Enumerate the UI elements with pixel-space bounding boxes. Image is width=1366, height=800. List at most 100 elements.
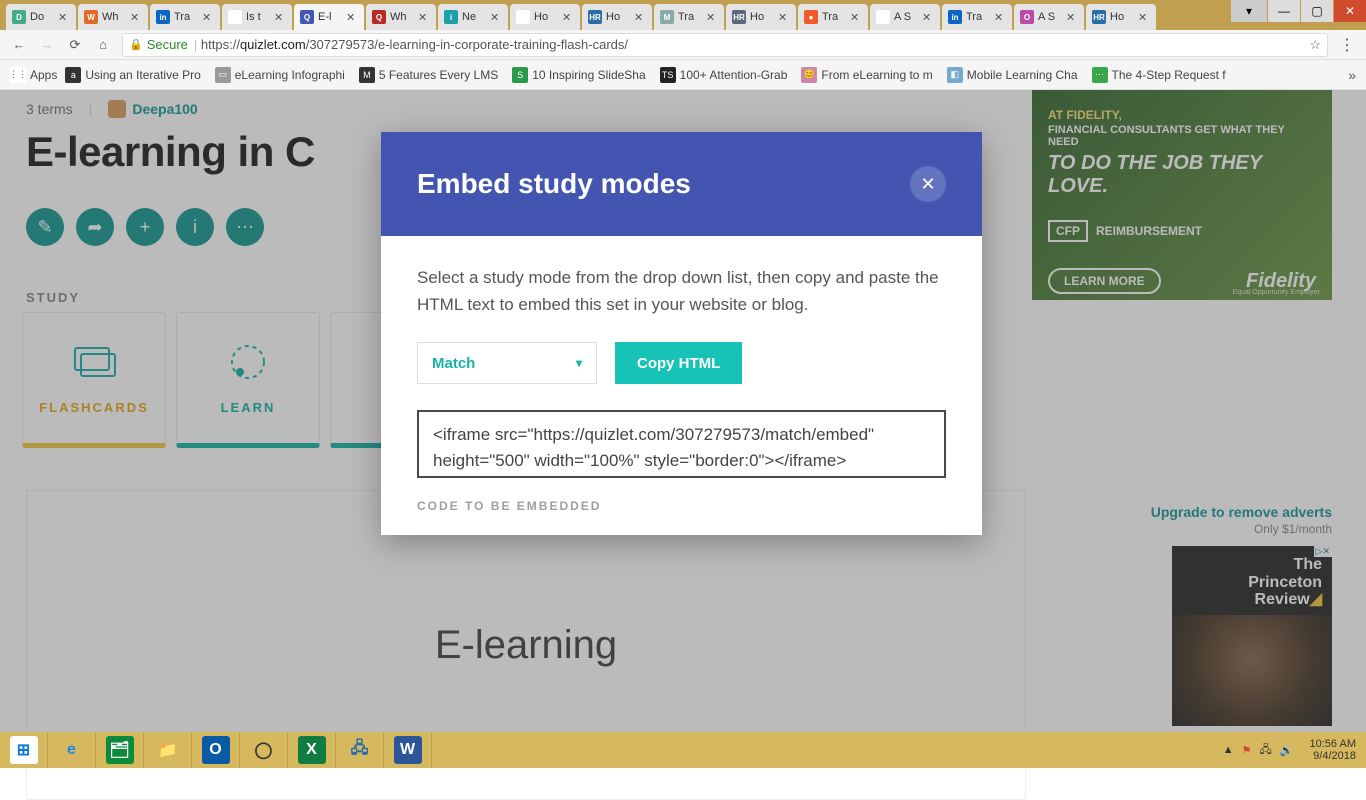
- tab-label: Ne: [462, 11, 488, 23]
- address-bar: ← → ⟳ ⌂ 🔒 Secure | https://quizlet.com/3…: [0, 30, 1366, 60]
- taskbar-app-button[interactable]: ⊞: [0, 732, 48, 768]
- window-controls: ▾ — ▢ ✕: [1230, 0, 1366, 24]
- browser-tab[interactable]: QE-l✕: [294, 4, 364, 30]
- omnibox[interactable]: 🔒 Secure | https://quizlet.com/307279573…: [122, 33, 1328, 57]
- code-label: CODE TO BE EMBEDDED: [417, 499, 946, 513]
- browser-tab[interactable]: ▭A S✕: [870, 4, 940, 30]
- forward-button[interactable]: →: [38, 36, 56, 54]
- home-button[interactable]: ⌂: [94, 36, 112, 54]
- taskbar-clock[interactable]: 10:56 AM 9/4/2018: [1310, 738, 1356, 762]
- taskbar-app-button[interactable]: O: [192, 732, 240, 768]
- tab-close-icon[interactable]: ✕: [922, 11, 934, 23]
- chrome-menu-button[interactable]: ⋮: [1338, 35, 1356, 55]
- tray-flag-icon[interactable]: ⚑: [1242, 744, 1252, 757]
- tab-close-icon[interactable]: ✕: [1138, 11, 1150, 23]
- browser-tab-bar: DDo✕WWh✕inTra✕GIs t✕QE-l✕QWh✕iNe✕NHo✕HRH…: [0, 0, 1366, 30]
- taskbar-app-button[interactable]: 🗂: [96, 732, 144, 768]
- tab-close-icon[interactable]: ✕: [490, 11, 502, 23]
- tab-close-icon[interactable]: ✕: [58, 11, 70, 23]
- modal-title: Embed study modes: [417, 168, 691, 200]
- taskbar-app-button[interactable]: W: [384, 732, 432, 768]
- taskbar-app-icon: 🖧: [346, 736, 374, 764]
- tab-close-icon[interactable]: ✕: [1066, 11, 1078, 23]
- tab-close-icon[interactable]: ✕: [994, 11, 1006, 23]
- browser-tab[interactable]: O A S✕: [1014, 4, 1084, 30]
- study-mode-select[interactable]: Match ▾: [417, 342, 597, 384]
- bookmark-item[interactable]: 😊From eLearning to m: [801, 67, 932, 83]
- favicon-icon: Q: [300, 10, 314, 24]
- tab-close-icon[interactable]: ✕: [850, 11, 862, 23]
- tab-close-icon[interactable]: ✕: [130, 11, 142, 23]
- tab-close-icon[interactable]: ✕: [562, 11, 574, 23]
- browser-tab[interactable]: QWh✕: [366, 4, 436, 30]
- browser-tab[interactable]: i Ne✕: [438, 4, 508, 30]
- favicon-icon: HR: [1092, 10, 1106, 24]
- taskbar-app-button[interactable]: e: [48, 732, 96, 768]
- bookmark-label: Mobile Learning Cha: [967, 68, 1078, 82]
- window-close-button[interactable]: ✕: [1334, 0, 1366, 22]
- bookmark-favicon-icon: ▭: [215, 67, 231, 83]
- bookmark-item[interactable]: ◧Mobile Learning Cha: [947, 67, 1078, 83]
- back-button[interactable]: ←: [10, 36, 28, 54]
- tray-network-icon[interactable]: 🖧: [1260, 741, 1272, 760]
- user-menu[interactable]: ▾: [1231, 0, 1267, 22]
- tab-label: Wh: [390, 11, 416, 23]
- taskbar-app-button[interactable]: ◯: [240, 732, 288, 768]
- page-content: 3 terms | Deepa100 E-learning in C ✎ ➦ +…: [0, 90, 1366, 732]
- browser-tab[interactable]: inTra✕: [150, 4, 220, 30]
- bookmark-item[interactable]: ⋯The 4-Step Request f: [1092, 67, 1226, 83]
- tab-close-icon[interactable]: ✕: [634, 11, 646, 23]
- taskbar-app-button[interactable]: X: [288, 732, 336, 768]
- maximize-button[interactable]: ▢: [1301, 0, 1333, 22]
- bookmark-item[interactable]: S10 Inspiring SlideSha: [512, 67, 645, 83]
- browser-tab[interactable]: inTra✕: [942, 4, 1012, 30]
- favicon-icon: O: [1020, 10, 1034, 24]
- taskbar-app-button[interactable]: 🖧: [336, 732, 384, 768]
- bookmark-star-icon[interactable]: ☆: [1309, 37, 1321, 53]
- apps-icon: ⋮⋮: [10, 67, 26, 83]
- browser-tab[interactable]: MTra✕: [654, 4, 724, 30]
- tab-close-icon[interactable]: ✕: [202, 11, 214, 23]
- browser-tab[interactable]: NHo✕: [510, 4, 580, 30]
- reload-button[interactable]: ⟳: [66, 36, 84, 54]
- tab-label: Ho: [606, 11, 632, 23]
- tab-close-icon[interactable]: ✕: [778, 11, 790, 23]
- modal-description: Select a study mode from the drop down l…: [417, 264, 946, 318]
- minimize-button[interactable]: —: [1268, 0, 1300, 22]
- modal-close-button[interactable]: ✕: [910, 166, 946, 202]
- taskbar-app-icon: X: [298, 736, 326, 764]
- favicon-icon: HR: [588, 10, 602, 24]
- taskbar-app-icon: ◯: [250, 736, 278, 764]
- favicon-icon: i: [444, 10, 458, 24]
- bookmark-favicon-icon: TS: [660, 67, 676, 83]
- embed-code-textarea[interactable]: [417, 410, 946, 478]
- browser-tab[interactable]: HRHo✕: [726, 4, 796, 30]
- tab-label: A S: [1038, 11, 1064, 23]
- browser-tab[interactable]: DDo✕: [6, 4, 76, 30]
- tab-label: Ho: [750, 11, 776, 23]
- bookmark-item[interactable]: aUsing an Iterative Pro: [65, 67, 200, 83]
- tab-close-icon[interactable]: ✕: [346, 11, 358, 23]
- browser-tab[interactable]: ●Tra✕: [798, 4, 868, 30]
- tray-overflow-icon[interactable]: ▲: [1223, 744, 1234, 756]
- bookmark-item[interactable]: TS100+ Attention-Grab: [660, 67, 788, 83]
- copy-html-button[interactable]: Copy HTML: [615, 342, 742, 384]
- close-icon: ✕: [920, 174, 935, 195]
- bookmark-favicon-icon: M: [359, 67, 375, 83]
- browser-tab[interactable]: HRHo✕: [1086, 4, 1156, 30]
- tab-close-icon[interactable]: ✕: [274, 11, 286, 23]
- url-text: https://quizlet.com/307279573/e-learning…: [201, 37, 628, 52]
- taskbar-app-button[interactable]: 📁: [144, 732, 192, 768]
- tab-close-icon[interactable]: ✕: [418, 11, 430, 23]
- secure-label: Secure: [147, 37, 188, 52]
- bookmarks-overflow[interactable]: »: [1348, 67, 1356, 83]
- bookmark-item[interactable]: M5 Features Every LMS: [359, 67, 498, 83]
- bookmark-item[interactable]: ▭eLearning Infographi: [215, 67, 345, 83]
- browser-tab[interactable]: HR Ho✕: [582, 4, 652, 30]
- tray-volume-icon[interactable]: 🔊: [1280, 744, 1294, 757]
- bookmark-label: Using an Iterative Pro: [85, 68, 200, 82]
- browser-tab[interactable]: GIs t✕: [222, 4, 292, 30]
- apps-button[interactable]: ⋮⋮ Apps: [10, 67, 57, 83]
- tab-close-icon[interactable]: ✕: [706, 11, 718, 23]
- browser-tab[interactable]: WWh✕: [78, 4, 148, 30]
